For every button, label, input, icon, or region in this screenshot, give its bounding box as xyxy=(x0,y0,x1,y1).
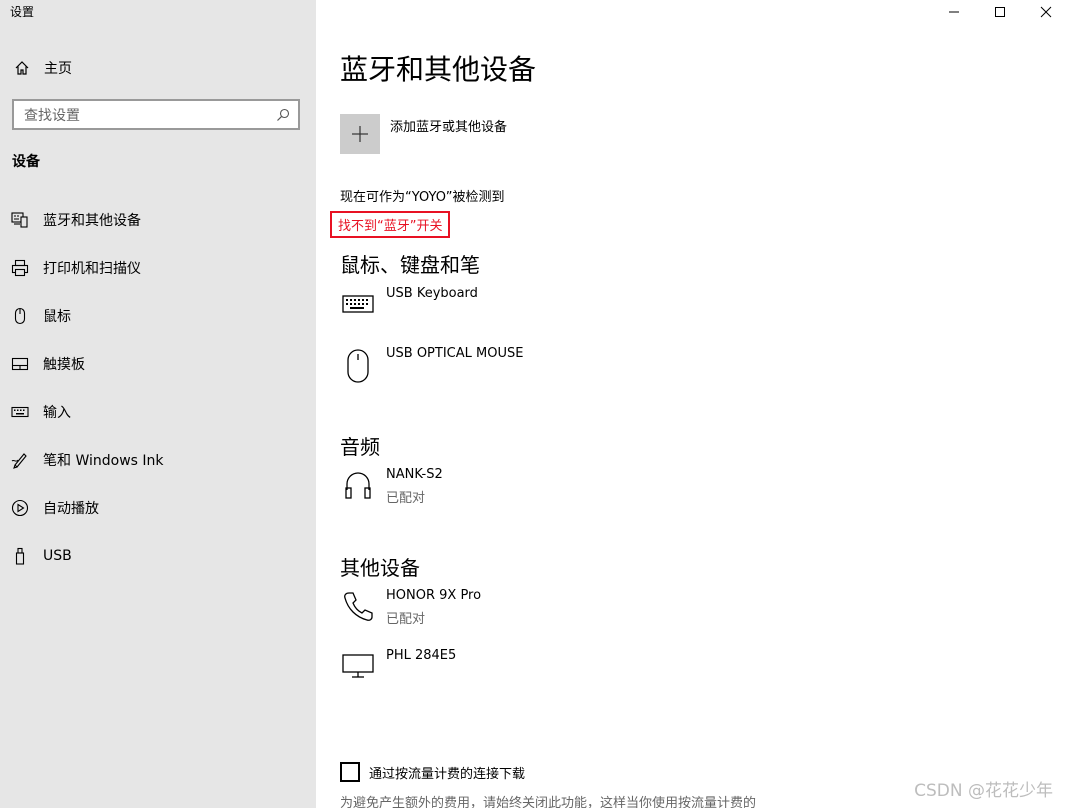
mouse-icon xyxy=(11,307,29,325)
headphones-icon xyxy=(340,467,376,503)
keyboard-icon xyxy=(11,403,29,421)
sidebar-item-autoplay[interactable]: 自动播放 xyxy=(0,484,316,532)
metered-download-description: 为避免产生额外的费用，请始终关闭此功能，这样当你使用按流量计费的 xyxy=(340,796,757,808)
mouse-icon xyxy=(340,346,376,386)
main-content: 蓝牙和其他设备 添加蓝牙或其他设备 现在可作为“YOYO”被检测到 找不到“蓝牙… xyxy=(316,0,1069,808)
close-button[interactable] xyxy=(1023,0,1069,24)
device-name: HONOR 9X Pro xyxy=(386,588,482,603)
usb-icon xyxy=(11,547,29,565)
maximize-button[interactable] xyxy=(977,0,1023,24)
bluetooth-devices-icon xyxy=(11,211,29,229)
sidebar-item-label: 自动播放 xyxy=(43,501,99,517)
sidebar-item-label: 蓝牙和其他设备 xyxy=(43,213,141,229)
sidebar-nav: 蓝牙和其他设备 打印机和扫描仪 鼠标 触摸板 输入 笔和 Windows Ink… xyxy=(0,196,316,580)
sidebar-item-typing[interactable]: 输入 xyxy=(0,388,316,436)
device-usb-keyboard[interactable]: USB Keyboard xyxy=(340,286,740,336)
home-icon xyxy=(12,58,32,78)
autoplay-icon xyxy=(11,499,29,517)
app-title: 设置 xyxy=(10,5,35,19)
window-controls xyxy=(931,0,1069,24)
sidebar-item-mouse[interactable]: 鼠标 xyxy=(0,292,316,340)
touchpad-icon xyxy=(11,355,29,373)
device-usb-optical-mouse[interactable]: USB OPTICAL MOUSE xyxy=(340,346,740,396)
sidebar-item-label: 打印机和扫描仪 xyxy=(43,261,141,277)
close-icon xyxy=(1040,6,1052,18)
add-device-label[interactable]: 添加蓝牙或其他设备 xyxy=(390,116,507,135)
maximize-icon xyxy=(995,7,1005,17)
sidebar-home-label: 主页 xyxy=(44,61,72,77)
sidebar-item-label: 输入 xyxy=(43,405,71,421)
plus-icon xyxy=(352,126,368,142)
sidebar-item-touchpad[interactable]: 触摸板 xyxy=(0,340,316,388)
device-status: 已配对 xyxy=(386,491,426,506)
minimize-icon xyxy=(949,11,959,13)
group-title-audio: 音频 xyxy=(340,435,380,459)
sidebar-item-bluetooth[interactable]: 蓝牙和其他设备 xyxy=(0,196,316,244)
sidebar: 设置 主页 查找设置 设备 蓝牙和其他设备 打印机和扫描仪 鼠标 触摸板 输入 … xyxy=(0,0,316,808)
sidebar-section-title: 设备 xyxy=(12,154,40,170)
minimize-button[interactable] xyxy=(931,0,977,24)
printer-icon xyxy=(11,259,29,277)
group-title-input-devices: 鼠标、键盘和笔 xyxy=(340,253,480,277)
metered-download-checkbox[interactable] xyxy=(340,762,360,782)
device-status: 已配对 xyxy=(386,612,426,627)
device-name: USB Keyboard xyxy=(386,286,478,301)
pen-icon xyxy=(11,451,29,469)
search-input[interactable]: 查找设置 xyxy=(12,99,300,130)
keyboard-icon xyxy=(340,286,376,322)
sidebar-item-label: 笔和 Windows Ink xyxy=(43,453,164,469)
search-icon[interactable] xyxy=(268,101,298,128)
metered-download-label[interactable]: 通过按流量计费的连接下载 xyxy=(369,763,525,782)
sidebar-item-printers[interactable]: 打印机和扫描仪 xyxy=(0,244,316,292)
phone-icon xyxy=(340,588,376,624)
sidebar-item-label: 鼠标 xyxy=(43,309,71,325)
page-title: 蓝牙和其他设备 xyxy=(340,53,537,86)
device-nank-s2[interactable]: NANK-S2 已配对 xyxy=(340,467,740,517)
device-phl-284e5[interactable]: PHL 284E5 xyxy=(340,648,740,698)
sidebar-item-label: USB xyxy=(43,548,72,564)
device-name: USB OPTICAL MOUSE xyxy=(386,346,524,361)
search-placeholder: 查找设置 xyxy=(24,107,80,124)
sidebar-item-usb[interactable]: USB xyxy=(0,532,316,580)
cant-find-bluetooth-switch: 找不到“蓝牙”开关 xyxy=(330,211,451,238)
metered-download-setting: 通过按流量计费的连接下载 xyxy=(340,762,525,782)
device-honor-9x-pro[interactable]: HONOR 9X Pro 已配对 xyxy=(340,588,740,638)
device-name: PHL 284E5 xyxy=(386,648,457,663)
monitor-icon xyxy=(340,648,376,684)
group-title-other-devices: 其他设备 xyxy=(340,556,420,580)
sidebar-item-label: 触摸板 xyxy=(43,357,85,373)
add-device-button[interactable] xyxy=(340,114,380,154)
sidebar-item-pen[interactable]: 笔和 Windows Ink xyxy=(0,436,316,484)
watermark: CSDN @花花少年 xyxy=(914,781,1053,801)
discoverable-text: 现在可作为“YOYO”被检测到 xyxy=(340,190,505,205)
sidebar-home[interactable]: 主页 xyxy=(0,50,316,86)
device-name: NANK-S2 xyxy=(386,467,443,482)
